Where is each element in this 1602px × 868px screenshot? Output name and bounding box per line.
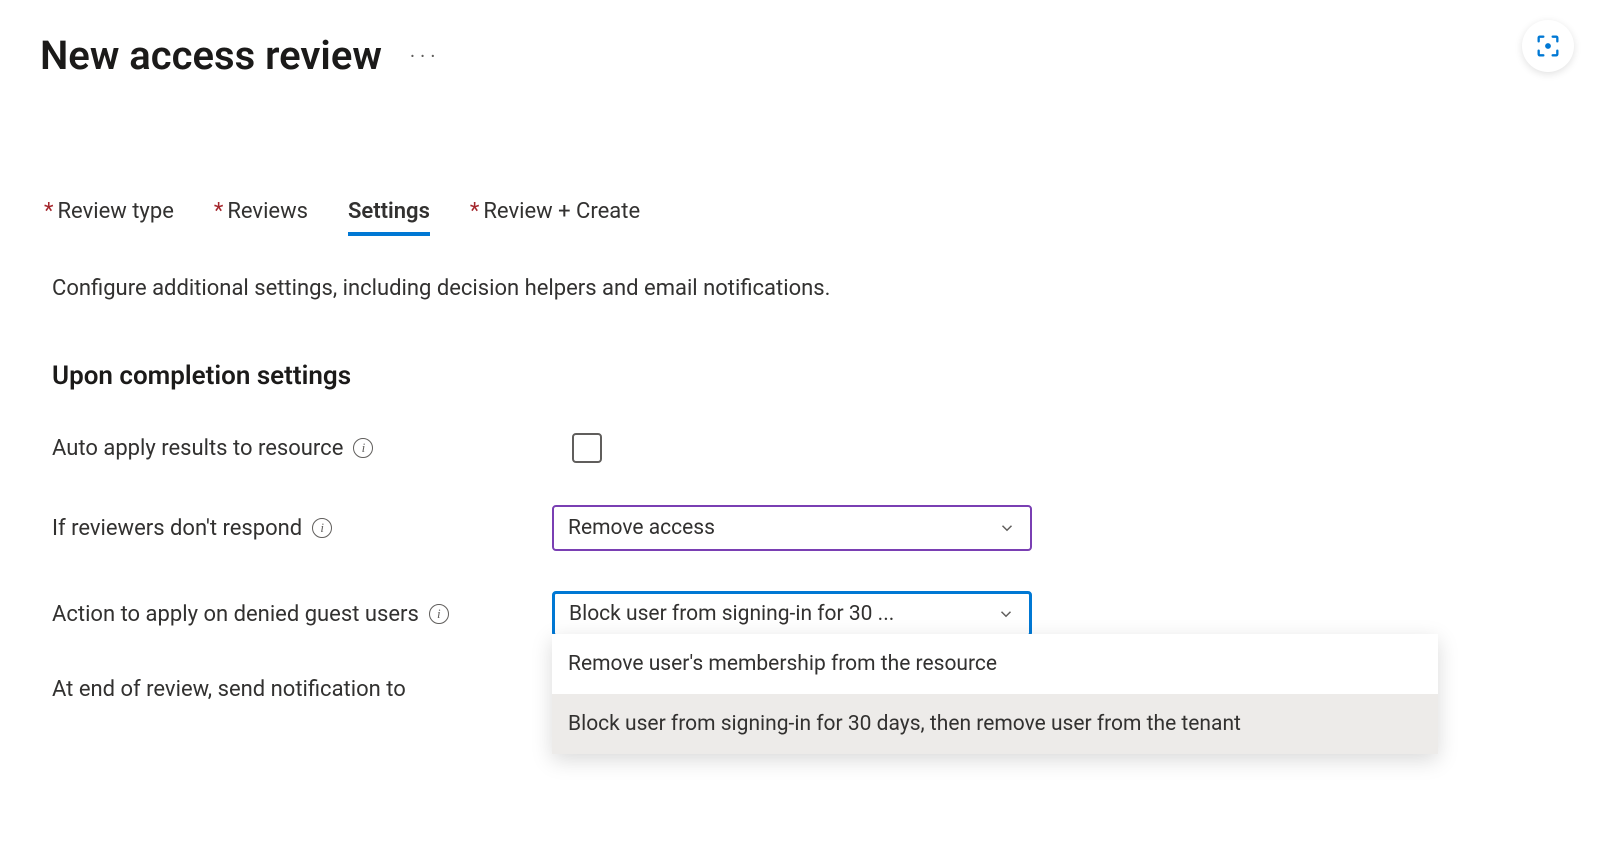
tab-review-create[interactable]: * Review + Create (470, 199, 640, 236)
focus-mode-button[interactable] (1522, 20, 1574, 72)
end-notification-label: At end of review, send notification to (52, 677, 406, 702)
dropdown-value: Block user from signing-in for 30 ... (569, 602, 894, 626)
settings-description: Configure additional settings, including… (52, 276, 1562, 301)
action-denied-dropdown-panel: Remove user's membership from the resour… (552, 634, 1438, 754)
tab-label: Review + Create (483, 199, 640, 224)
tab-settings[interactable]: Settings (348, 199, 430, 236)
auto-apply-checkbox[interactable] (572, 433, 602, 463)
focus-mode-icon (1534, 32, 1562, 60)
required-marker: * (214, 199, 223, 224)
chevron-down-icon (998, 519, 1016, 537)
reviewers-no-response-label: If reviewers don't respond (52, 516, 302, 541)
info-icon[interactable]: i (312, 518, 332, 538)
tab-label: Settings (348, 199, 430, 224)
info-icon[interactable]: i (429, 604, 449, 624)
action-denied-dropdown[interactable]: Block user from signing-in for 30 ... Re… (552, 591, 1032, 637)
page-title: New access review (40, 32, 382, 79)
tab-label: Reviews (227, 199, 308, 224)
dropdown-value: Remove access (568, 516, 715, 540)
required-marker: * (44, 199, 53, 224)
required-marker: * (470, 199, 479, 224)
reviewers-no-response-dropdown[interactable]: Remove access (552, 505, 1032, 551)
action-denied-label: Action to apply on denied guest users (52, 602, 419, 627)
tab-bar: * Review type * Reviews Settings * Revie… (44, 199, 1562, 236)
more-actions-button[interactable]: · · · (406, 44, 440, 68)
tab-label: Review type (57, 199, 173, 224)
dropdown-option-remove-membership[interactable]: Remove user's membership from the resour… (552, 634, 1438, 694)
dropdown-option-block-signin[interactable]: Block user from signing-in for 30 days, … (552, 694, 1438, 754)
auto-apply-label: Auto apply results to resource (52, 436, 343, 461)
chevron-down-icon (997, 605, 1015, 623)
tab-reviews[interactable]: * Reviews (214, 199, 308, 236)
info-icon[interactable]: i (353, 438, 373, 458)
upon-completion-heading: Upon completion settings (52, 361, 1562, 391)
tab-review-type[interactable]: * Review type (44, 199, 174, 236)
